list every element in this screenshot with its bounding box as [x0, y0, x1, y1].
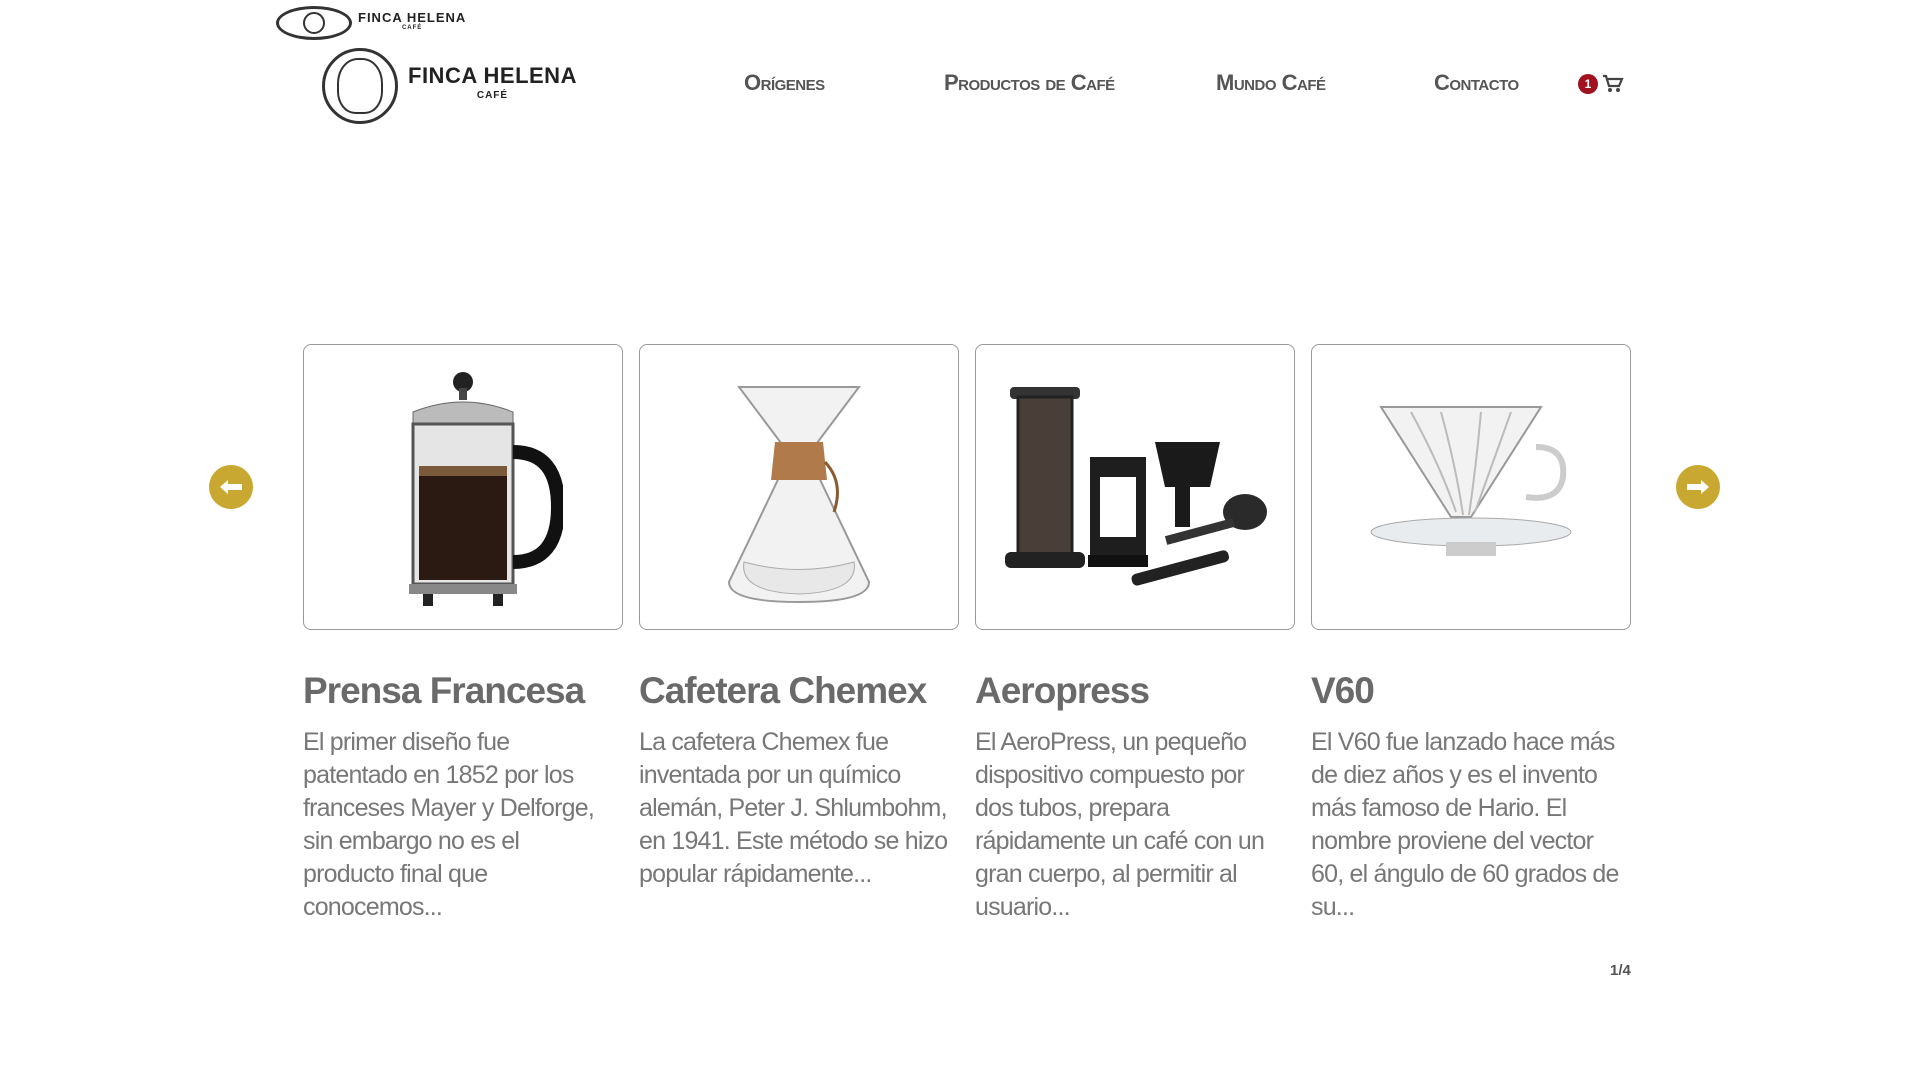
product-image-frame[interactable]	[1311, 344, 1631, 630]
arrow-left-icon	[220, 480, 242, 494]
product-description: La cafetera Chemex fue inventada por un …	[639, 728, 948, 888]
site-header: FINCA HELENA CAFÉ Orígenes Productos de …	[0, 48, 1920, 132]
main-nav: Orígenes Productos de Café Mundo Café Co…	[0, 70, 1920, 110]
product-image-frame[interactable]	[303, 344, 623, 630]
nav-item-productos[interactable]: Productos de Café	[944, 70, 1115, 96]
product-title[interactable]: V60	[1311, 670, 1631, 712]
carousel-next-button[interactable]	[1676, 465, 1720, 509]
product-image-frame[interactable]	[639, 344, 959, 630]
product-title[interactable]: Aeropress	[975, 670, 1295, 712]
product-card-v60[interactable]: V60 El V60 fue lanzado hace más de diez …	[1311, 344, 1631, 924]
product-description: El AeroPress, un pequeño dispositivo com…	[975, 728, 1265, 921]
chemex-image	[727, 386, 871, 604]
small-brand: FINCA HELENA CAFÉ	[358, 11, 466, 34]
logo-medallion-icon	[276, 6, 352, 40]
product-title[interactable]: Prensa Francesa	[303, 670, 623, 712]
v60-image	[1370, 406, 1572, 556]
carousel-pager: 1/4	[1610, 962, 1631, 979]
arrow-right-icon	[1687, 480, 1709, 494]
product-image-frame[interactable]	[975, 344, 1295, 630]
nav-item-contacto[interactable]: Contacto	[1434, 70, 1519, 96]
nav-item-mundo-cafe[interactable]: Mundo Café	[1216, 70, 1326, 96]
cart-count-badge: 1	[1578, 74, 1598, 94]
carousel-prev-button[interactable]	[209, 465, 253, 509]
nav-item-origenes[interactable]: Orígenes	[744, 70, 825, 96]
cart-icon	[1602, 74, 1624, 94]
aeropress-image	[1005, 387, 1267, 586]
product-title[interactable]: Cafetera Chemex	[639, 670, 959, 712]
small-logo[interactable]: FINCA HELENA CAFÉ	[276, 6, 466, 40]
product-card-prensa-francesa[interactable]: Prensa Francesa El primer diseño fue pat…	[303, 344, 623, 924]
product-description: El V60 fue lanzado hace más de diez años…	[1311, 728, 1619, 921]
product-description: El primer diseño fue patentado en 1852 p…	[303, 728, 595, 921]
product-card-aeropress[interactable]: Aeropress El AeroPress, un pequeño dispo…	[975, 344, 1295, 924]
cart-button[interactable]: 1	[1578, 74, 1624, 94]
french-press-image	[409, 372, 563, 606]
product-card-chemex[interactable]: Cafetera Chemex La cafetera Chemex fue i…	[639, 344, 959, 891]
